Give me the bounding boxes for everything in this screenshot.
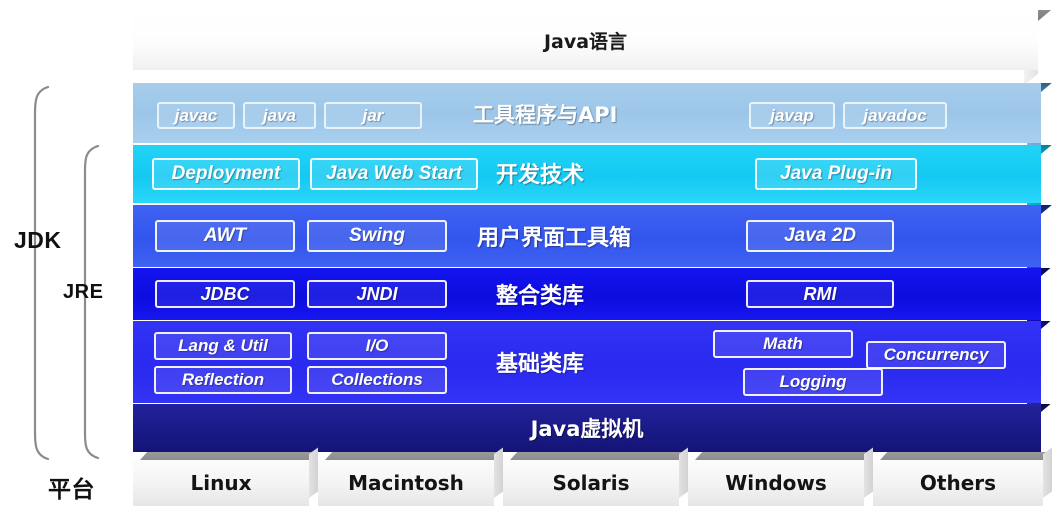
- block-side-face: [1043, 447, 1052, 498]
- chip-awt: AWT: [155, 220, 295, 252]
- chip-jdbc: JDBC: [155, 280, 295, 308]
- chip-io: I/O: [307, 332, 447, 360]
- chip-reflection: Reflection: [154, 366, 292, 394]
- block-top-face: [695, 452, 872, 460]
- chip-lang-util: Lang & Util: [154, 332, 292, 360]
- platform-block-windows: Windows: [688, 447, 873, 506]
- chip-javap: javap: [749, 102, 835, 129]
- layer-integration-libraries: JDBC JNDI 整合类库 RMI: [133, 268, 1051, 333]
- chip-javadoc: javadoc: [843, 102, 947, 129]
- platform-label: 平台: [48, 477, 95, 503]
- layer-base-libraries: Lang & Util I/O Reflection Collections 基…: [133, 321, 1051, 416]
- layer-ui-toolkit: AWT Swing 用户界面工具箱 Java 2D: [133, 205, 1052, 281]
- block-top-face: [325, 452, 502, 460]
- jdk-label: JDK: [14, 227, 62, 253]
- layer-title-dev-technologies: 开发技术: [496, 163, 585, 188]
- layer-title-java-language: Java语言: [543, 30, 628, 53]
- layer-title-jvm: Java虚拟机: [530, 417, 644, 441]
- chip-jndi: JNDI: [307, 280, 447, 308]
- block-top-face: [140, 452, 317, 460]
- layer-content: Deployment Java Web Start 开发技术 Java Plug…: [133, 145, 1041, 203]
- java-architecture-diagram: JDK JRE 平台 Java语言 javac java jar 工具程序与AP…: [0, 0, 1052, 511]
- platform-name-macintosh: Macintosh: [318, 460, 494, 506]
- layer-java-language: Java语言: [133, 10, 1052, 85]
- layer-title-ui-toolkit: 用户界面工具箱: [477, 226, 632, 251]
- block-side-face: [494, 447, 503, 498]
- platform-block-solaris: Solaris: [503, 447, 688, 506]
- platform-row: Linux Macintosh Solaris Windows Others: [133, 447, 1052, 511]
- platform-block-linux: Linux: [133, 447, 318, 506]
- layer-dev-technologies: Deployment Java Web Start 开发技术 Java Plug…: [133, 145, 1052, 217]
- chip-jar: jar: [324, 102, 422, 129]
- layer-stack: Java语言 javac java jar 工具程序与API javap jav…: [133, 0, 1052, 511]
- block-top-face: [510, 452, 687, 460]
- layer-tools-api: javac java jar 工具程序与API javap javadoc: [133, 83, 1052, 157]
- block-side-face: [309, 447, 318, 498]
- layer-content: Lang & Util I/O Reflection Collections 基…: [133, 321, 1041, 403]
- platform-block-others: Others: [873, 447, 1052, 506]
- chip-rmi: RMI: [746, 280, 894, 308]
- chip-java-web-start: Java Web Start: [310, 158, 478, 190]
- chip-swing: Swing: [307, 220, 447, 252]
- platform-name-linux: Linux: [133, 460, 309, 506]
- layer-title-tools-api: 工具程序与API: [473, 103, 618, 127]
- layer-content: Java虚拟机: [133, 404, 1041, 452]
- platform-block-macintosh: Macintosh: [318, 447, 503, 506]
- platform-name-windows: Windows: [688, 460, 864, 506]
- layer-title-base-libraries: 基础类库: [496, 352, 585, 377]
- layer-title-integration-libraries: 整合类库: [496, 284, 585, 309]
- platform-name-solaris: Solaris: [503, 460, 679, 506]
- block-side-face: [679, 447, 688, 498]
- layer-jvm: Java虚拟机: [133, 404, 1051, 465]
- chip-deployment: Deployment: [152, 158, 300, 190]
- block-side-face: [864, 447, 873, 498]
- chip-javac: javac: [157, 102, 235, 129]
- jdk-brace: [24, 84, 54, 462]
- chip-java-plugin: Java Plug-in: [755, 158, 917, 190]
- chip-java: java: [243, 102, 316, 129]
- chip-math: Math: [713, 330, 853, 358]
- layer-content: JDBC JNDI 整合类库 RMI: [133, 268, 1041, 320]
- layer-content: Java语言: [133, 10, 1038, 70]
- layer-content: AWT Swing 用户界面工具箱 Java 2D: [133, 205, 1041, 267]
- jre-label: JRE: [63, 281, 104, 303]
- chip-java-2d: Java 2D: [746, 220, 894, 252]
- block-top-face: [880, 452, 1051, 460]
- chip-logging: Logging: [743, 368, 883, 396]
- chip-collections: Collections: [307, 366, 447, 394]
- chip-concurrency: Concurrency: [866, 341, 1006, 369]
- platform-name-others: Others: [873, 460, 1043, 506]
- layer-content: javac java jar 工具程序与API javap javadoc: [133, 83, 1041, 143]
